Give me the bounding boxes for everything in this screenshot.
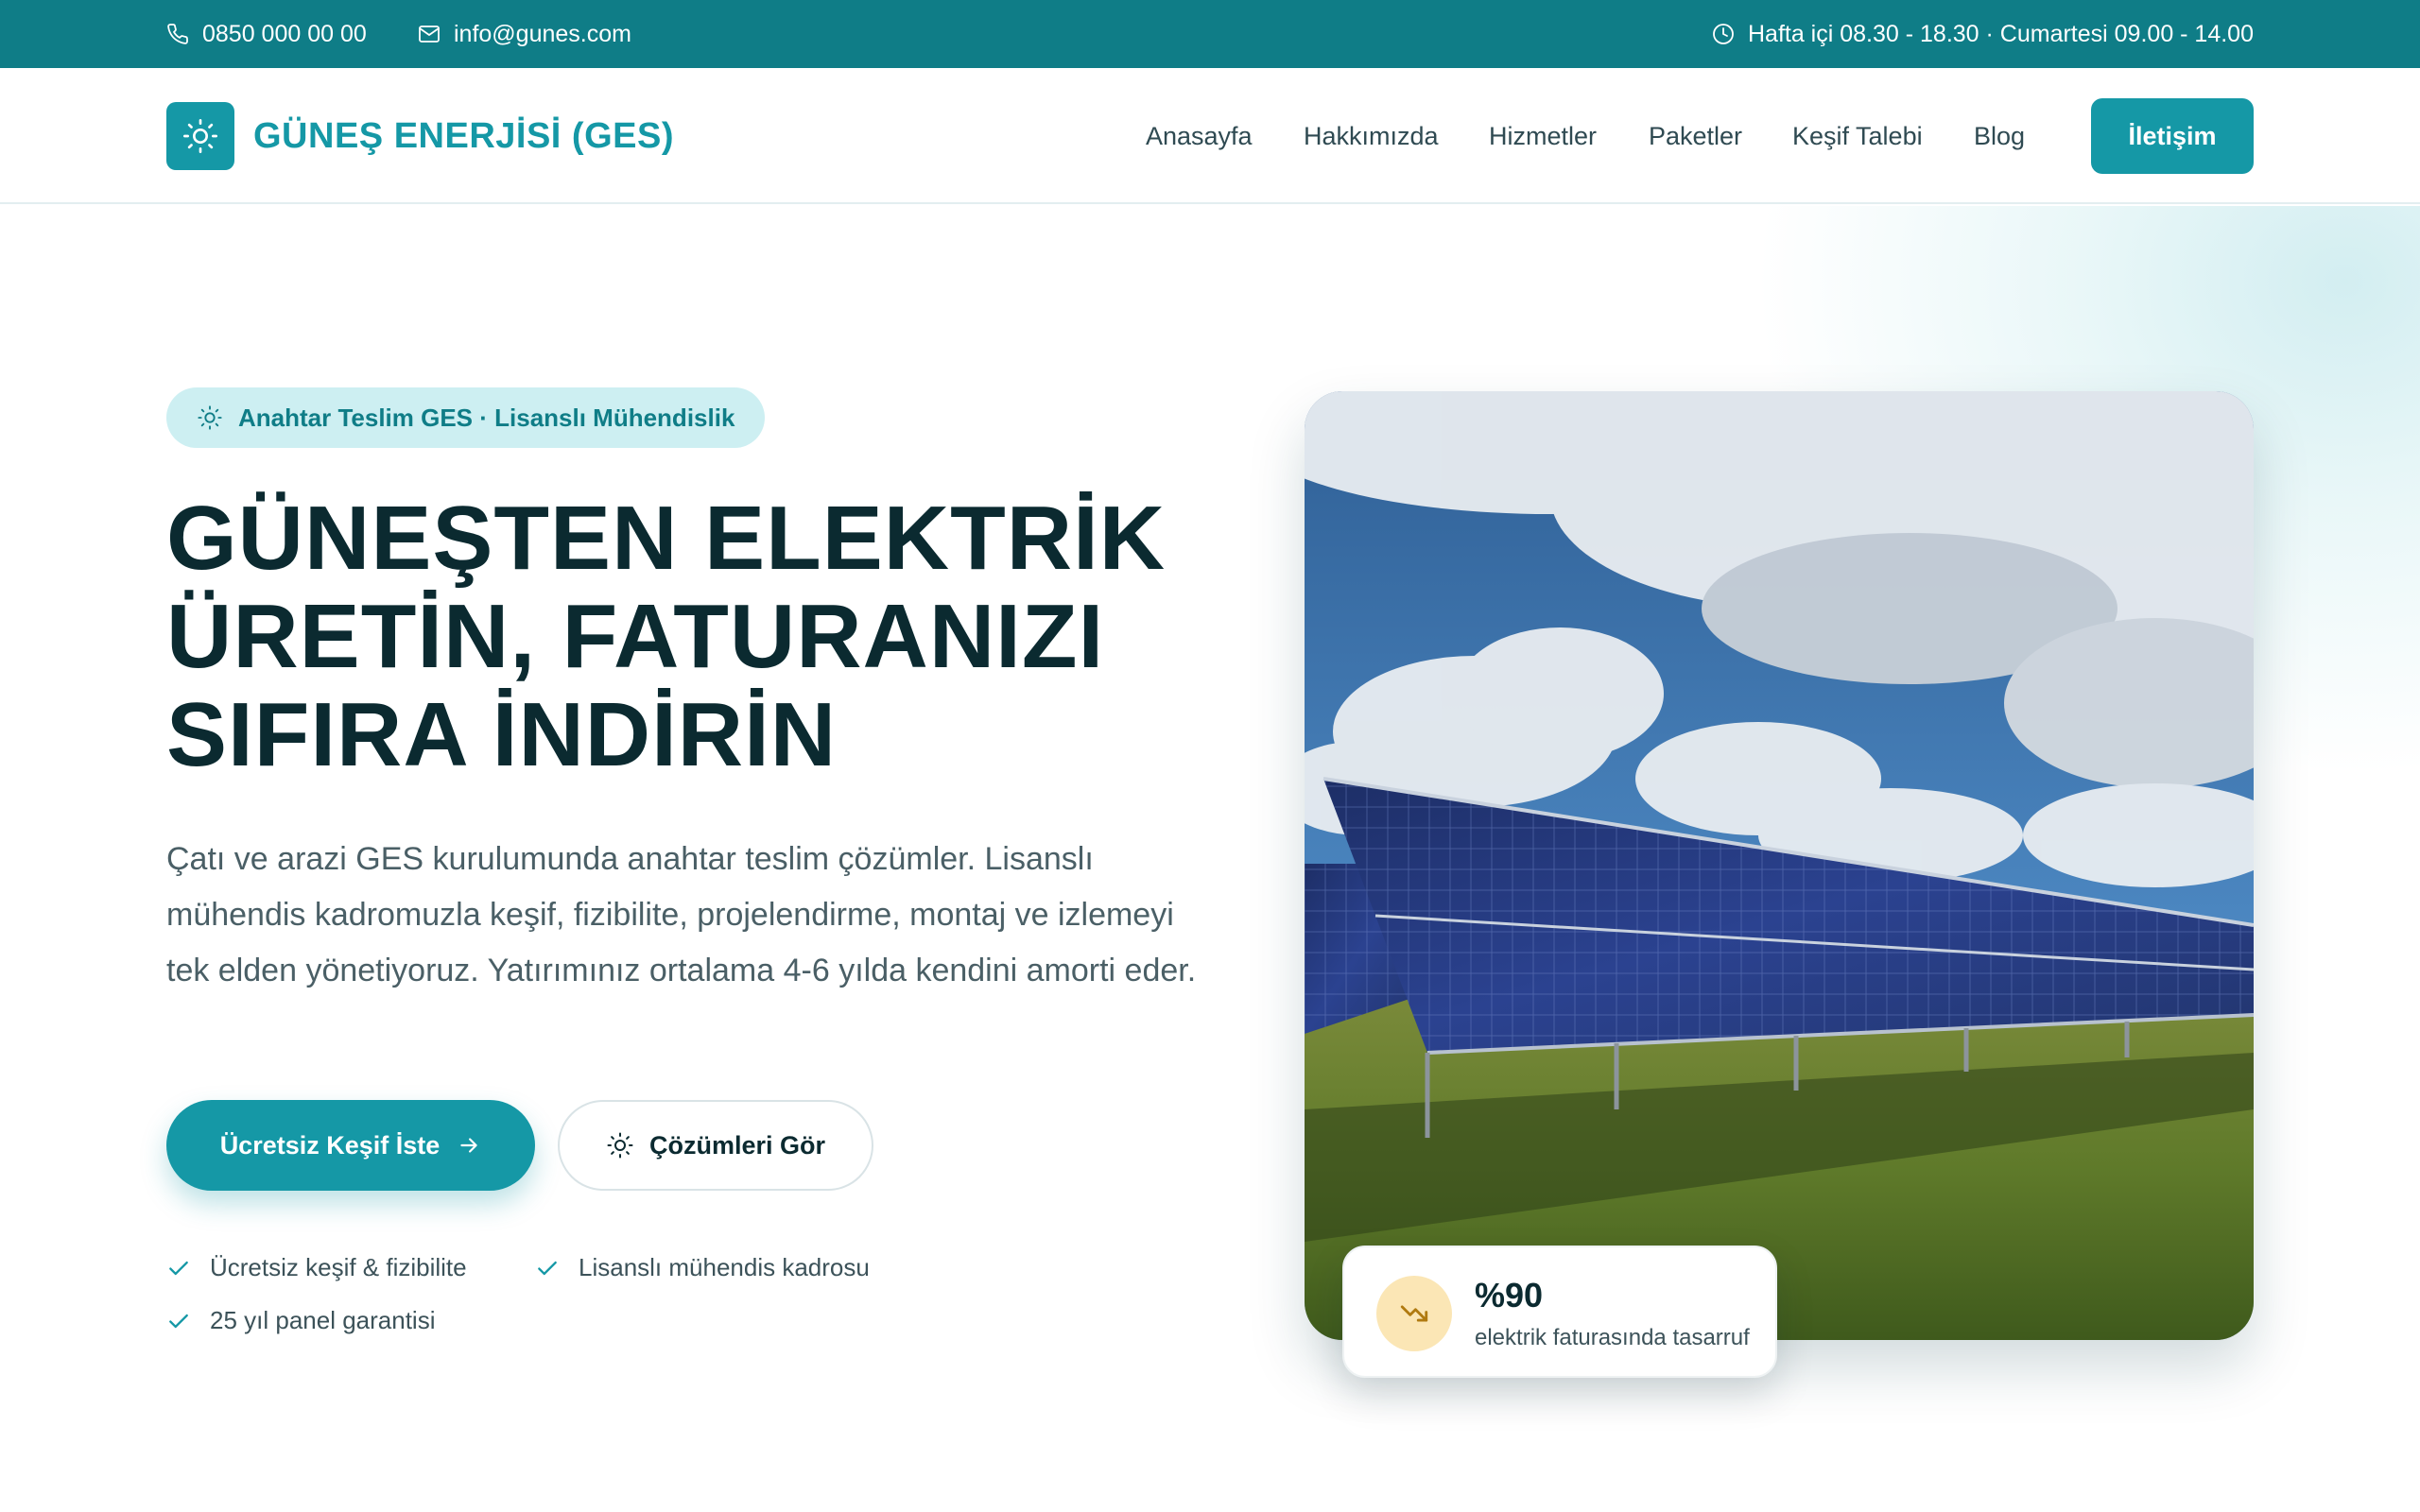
logo-text: GÜNEŞ ENERJİSİ (GES) — [253, 115, 674, 156]
nav-item-paketler[interactable]: Paketler — [1649, 122, 1742, 151]
topbar-hours-text: Hafta içi 08.30 - 18.30 · Cumartesi 09.0… — [1747, 20, 2254, 47]
topbar-hours: Hafta içi 08.30 - 18.30 · Cumartesi 09.0… — [1712, 0, 2254, 68]
feature-check-label: 25 yıl panel garantisi — [210, 1306, 436, 1334]
hero-headline-line: ÜRETİN, FATURANIZI — [166, 586, 1105, 687]
feature-check-item: 25 yıl panel garantisi — [166, 1306, 435, 1335]
sun-icon — [198, 405, 222, 430]
savings-stat-card: %90 elektrik faturasında tasarruf — [1342, 1246, 1777, 1378]
hero-headline-line: SIFIRA İNDİRİN — [166, 684, 838, 785]
stat-label: elektrik faturasında tasarruf — [1475, 1325, 1750, 1350]
free-survey-button-label: Ücretsiz Keşif İste — [219, 1130, 441, 1160]
site-header: GÜNEŞ ENERJİSİ (GES) Anasayfa Hakkımızda… — [0, 68, 2420, 204]
clock-icon — [1713, 24, 1734, 44]
view-solutions-button[interactable]: Çözümleri Gör — [558, 1100, 873, 1191]
view-solutions-button-label: Çözümleri Gör — [648, 1130, 826, 1160]
sun-icon — [607, 1132, 633, 1159]
logo-badge — [166, 102, 234, 170]
nav-item-kesif-talebi[interactable]: Keşif Talebi — [1792, 122, 1923, 151]
topbar-phone-text: 0850 000 00 00 — [202, 20, 367, 47]
nav-item-hizmetler[interactable]: Hizmetler — [1489, 122, 1597, 151]
hero-headline-line: GÜNEŞTEN ELEKTRİK — [166, 488, 1167, 589]
nav-item-anasayfa[interactable]: Anasayfa — [1146, 122, 1253, 151]
sun-icon — [183, 119, 218, 154]
stat-value: %90 — [1475, 1276, 1544, 1314]
topbar-email-text: info@gunes.com — [454, 20, 631, 47]
hero-headline: GÜNEŞTEN ELEKTRİK ÜRETİN, FATURANIZI SIF… — [166, 490, 1244, 784]
solar-panel-photo — [1305, 391, 2254, 1340]
free-survey-button[interactable]: Ücretsiz Keşif İste — [166, 1100, 535, 1191]
mail-icon — [419, 26, 440, 43]
check-icon — [169, 1314, 188, 1328]
feature-check-item: Lisanslı mühendis kadrosu — [535, 1253, 870, 1282]
feature-check-item: Ücretsiz keşif & fizibilite — [166, 1253, 467, 1282]
feature-check-label: Lisanslı mühendis kadrosu — [579, 1253, 870, 1281]
topbar-phone[interactable]: 0850 000 00 00 — [166, 0, 367, 68]
contact-button[interactable]: İletişim — [2091, 98, 2254, 174]
nav-item-hakkimizda[interactable]: Hakkımızda — [1304, 122, 1439, 151]
hero-section: Anahtar Teslim GES · Lisanslı Mühendisli… — [0, 206, 2420, 1512]
top-info-bar: 0850 000 00 00 info@gunes.com Hafta içi … — [0, 0, 2420, 68]
phone-icon — [167, 24, 188, 44]
arrow-right-icon — [460, 1138, 477, 1153]
hero-description: Çatı ve arazi GES kurulumunda anahtar te… — [166, 841, 1197, 988]
check-icon — [169, 1261, 188, 1275]
check-icon — [538, 1261, 557, 1275]
topbar-email[interactable]: info@gunes.com — [418, 0, 631, 68]
hero-badge: Anahtar Teslim GES · Lisanslı Mühendisli… — [166, 387, 766, 448]
feature-check-label: Ücretsiz keşif & fizibilite — [210, 1253, 467, 1281]
site-logo[interactable]: GÜNEŞ ENERJİSİ (GES) — [166, 102, 674, 170]
trending-down-icon — [1400, 1305, 1428, 1322]
stat-icon-circle — [1376, 1276, 1452, 1351]
nav-item-blog[interactable]: Blog — [1974, 122, 2025, 151]
hero-badge-text: Anahtar Teslim GES · Lisanslı Mühendisli… — [238, 403, 735, 432]
